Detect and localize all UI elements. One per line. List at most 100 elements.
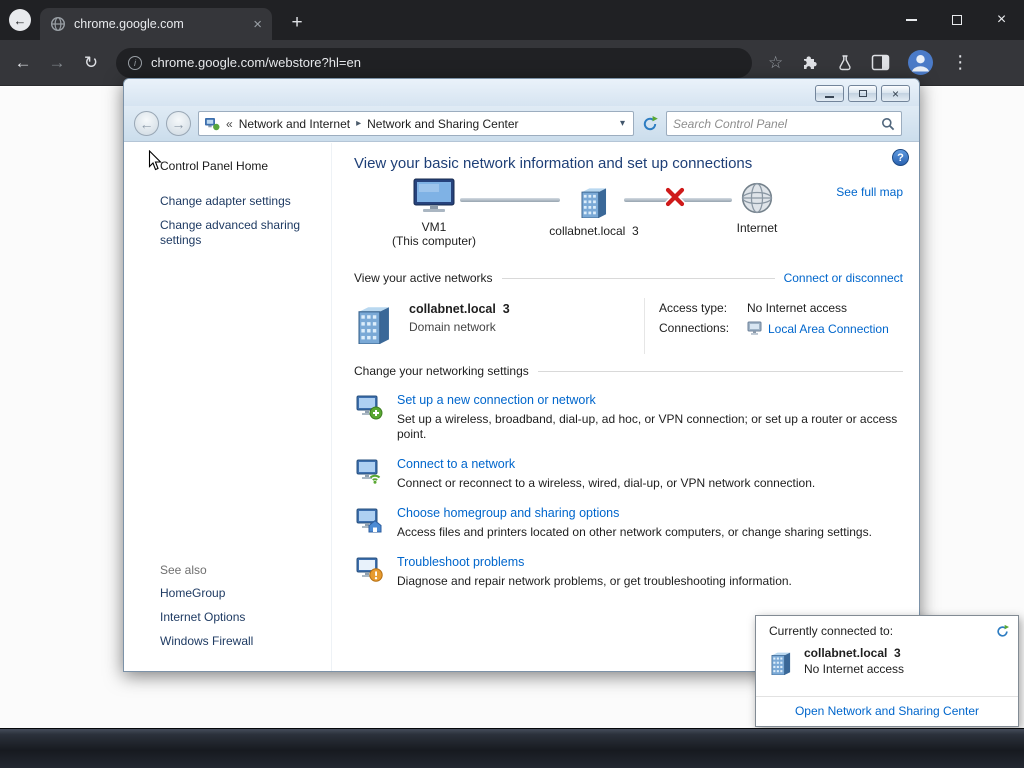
connect-or-disconnect-link[interactable]: Connect or disconnect — [784, 271, 903, 285]
help-button[interactable]: ? — [892, 149, 909, 166]
browser-reload-button[interactable]: ↻ — [74, 46, 108, 80]
network-sharing-center-window: × ← → « Network and Internet ▸ Network a… — [123, 78, 920, 672]
open-network-sharing-center-link[interactable]: Open Network and Sharing Center — [795, 704, 979, 718]
browser-forward-button[interactable]: → — [40, 46, 74, 80]
address-omnibox[interactable]: i chrome.google.com/webstore?hl=en — [116, 47, 752, 78]
network-building-icon — [581, 188, 607, 219]
network-center-icon — [205, 118, 220, 131]
browser-titlebar: ← chrome.google.com × + × — [0, 0, 1024, 40]
browser-tab[interactable]: chrome.google.com × — [40, 8, 272, 40]
internet-globe-icon — [741, 182, 773, 214]
search-magnifier-icon[interactable] — [881, 117, 895, 131]
browser-back-button[interactable]: ← — [6, 46, 40, 80]
window-close-button[interactable]: × — [881, 85, 910, 102]
site-info-icon[interactable]: i — [128, 55, 142, 70]
browser-minimize-button[interactable] — [889, 0, 934, 40]
connections-label: Connections: — [659, 321, 730, 335]
labs-flask-icon[interactable] — [836, 54, 854, 72]
sidebar-item-homegroup[interactable]: HomeGroup — [160, 586, 312, 601]
tab-close-icon[interactable]: × — [253, 17, 262, 32]
nav-forward-button[interactable]: → — [166, 111, 191, 136]
connect-to-network-icon — [356, 459, 380, 484]
no-connection-x-icon — [664, 186, 686, 208]
nav-back-button[interactable]: ← — [134, 111, 159, 136]
breadcrumb-chevrons-icon: « — [226, 116, 233, 131]
setting-item-troubleshoot: Troubleshoot problems Diagnose and repai… — [354, 555, 903, 589]
computer-icon — [413, 178, 455, 212]
profile-avatar[interactable] — [907, 49, 934, 76]
homegroup-icon — [356, 508, 381, 533]
connect-to-network-link[interactable]: Connect to a network — [397, 457, 902, 471]
tab-favicon-globe-icon — [50, 16, 66, 32]
search-input[interactable] — [673, 116, 875, 131]
sidebar-item-change-adapter-settings[interactable]: Change adapter settings — [160, 194, 312, 209]
access-type-label: Access type: — [659, 301, 728, 315]
search-box[interactable] — [666, 111, 902, 136]
desktop: ← chrome.google.com × + × ← → ↻ i chrome… — [0, 0, 1024, 768]
side-panel-icon[interactable] — [871, 54, 890, 71]
minimize-icon — [825, 95, 834, 98]
network-center-main: ? View your basic network information an… — [332, 143, 919, 671]
see-full-map-link[interactable]: See full map — [836, 185, 903, 199]
new-tab-button[interactable]: + — [284, 10, 310, 36]
setting-item-homegroup: Choose homegroup and sharing options Acc… — [354, 506, 903, 540]
page-title: View your basic network information and … — [354, 155, 753, 172]
taskbar: e — [0, 728, 1024, 768]
sidebar-item-change-advanced-sharing[interactable]: Change advanced sharing settings — [160, 218, 312, 248]
flyout-network-name: collabnet.local 3 — [804, 646, 901, 660]
homegroup-options-link[interactable]: Choose homegroup and sharing options — [397, 506, 902, 520]
new-connection-icon — [356, 395, 382, 420]
currently-connected-label: Currently connected to: — [769, 624, 894, 638]
minimize-icon — [906, 19, 917, 21]
browser-close-button[interactable]: × — [979, 0, 1024, 40]
browser-menu-icon[interactable]: ⋮ — [951, 52, 969, 73]
sidebar-item-windows-firewall[interactable]: Windows Firewall — [160, 634, 312, 649]
bookmark-star-icon[interactable]: ☆ — [768, 53, 783, 73]
breadcrumb-network-sharing-center[interactable]: Network and Sharing Center — [367, 117, 518, 131]
sidebar-item-control-panel-home[interactable]: Control Panel Home — [160, 159, 321, 173]
window-minimize-button[interactable] — [815, 85, 844, 102]
maximize-icon — [858, 90, 867, 97]
flyout-network-item[interactable]: collabnet.local 3 No Internet access — [756, 639, 1018, 676]
breadcrumb-network-and-internet[interactable]: Network and Internet — [239, 117, 350, 131]
access-type-value: No Internet access — [747, 301, 848, 315]
extensions-puzzle-icon[interactable] — [800, 53, 819, 72]
active-networks-header: View your active networks — [354, 271, 493, 285]
active-network-row: collabnet.local 3 Domain network Access … — [354, 298, 903, 354]
control-panel-sidebar: Control Panel Home Change adapter settin… — [124, 143, 332, 671]
divider — [537, 370, 903, 372]
homegroup-options-desc: Access files and printers located on oth… — [397, 525, 872, 539]
maximize-icon — [951, 15, 962, 25]
flyout-network-status: No Internet access — [804, 662, 905, 676]
back-circle-icon[interactable]: ← — [9, 9, 31, 31]
map-internet-label[interactable]: Internet — [717, 221, 797, 235]
address-breadcrumb-bar[interactable]: « Network and Internet ▸ Network and Sha… — [198, 111, 634, 136]
flyout-building-icon — [771, 652, 791, 675]
address-dropdown-icon[interactable]: ▾ — [617, 118, 628, 129]
sidebar-item-internet-options[interactable]: Internet Options — [160, 610, 312, 625]
flyout-refresh-icon[interactable] — [995, 624, 1010, 639]
active-network-type: Domain network — [409, 320, 496, 334]
refresh-button[interactable] — [641, 115, 659, 133]
lan-adapter-icon — [747, 321, 762, 335]
url-text: chrome.google.com/webstore?hl=en — [151, 55, 361, 70]
local-area-connection-link[interactable]: Local Area Connection — [768, 322, 889, 336]
troubleshoot-problems-desc: Diagnose and repair network problems, or… — [397, 574, 792, 588]
map-computer-name[interactable]: VM1 — [422, 220, 447, 234]
troubleshoot-problems-link[interactable]: Troubleshoot problems — [397, 555, 902, 569]
setup-new-connection-desc: Set up a wireless, broadband, dial-up, a… — [397, 412, 898, 441]
setup-new-connection-link[interactable]: Set up a new connection or network — [397, 393, 902, 407]
map-network-name[interactable]: collabnet.local 3 — [524, 224, 664, 238]
breadcrumb-separator-icon: ▸ — [356, 118, 362, 129]
networking-settings-header: Change your networking settings — [354, 364, 529, 378]
explorer-toolbar: ← → « Network and Internet ▸ Network and… — [124, 106, 919, 142]
window-caption: × — [124, 79, 919, 106]
setting-item-connect: Connect to a network Connect or reconnec… — [354, 457, 903, 491]
window-maximize-button[interactable] — [848, 85, 877, 102]
browser-maximize-button[interactable] — [934, 0, 979, 40]
network-flyout: Currently connected to: collabnet.local … — [755, 615, 1019, 727]
setting-item-new-connection: Set up a new connection or network Set u… — [354, 393, 903, 442]
divider — [501, 277, 775, 279]
domain-building-icon — [358, 307, 389, 344]
see-also-label: See also — [160, 563, 207, 577]
